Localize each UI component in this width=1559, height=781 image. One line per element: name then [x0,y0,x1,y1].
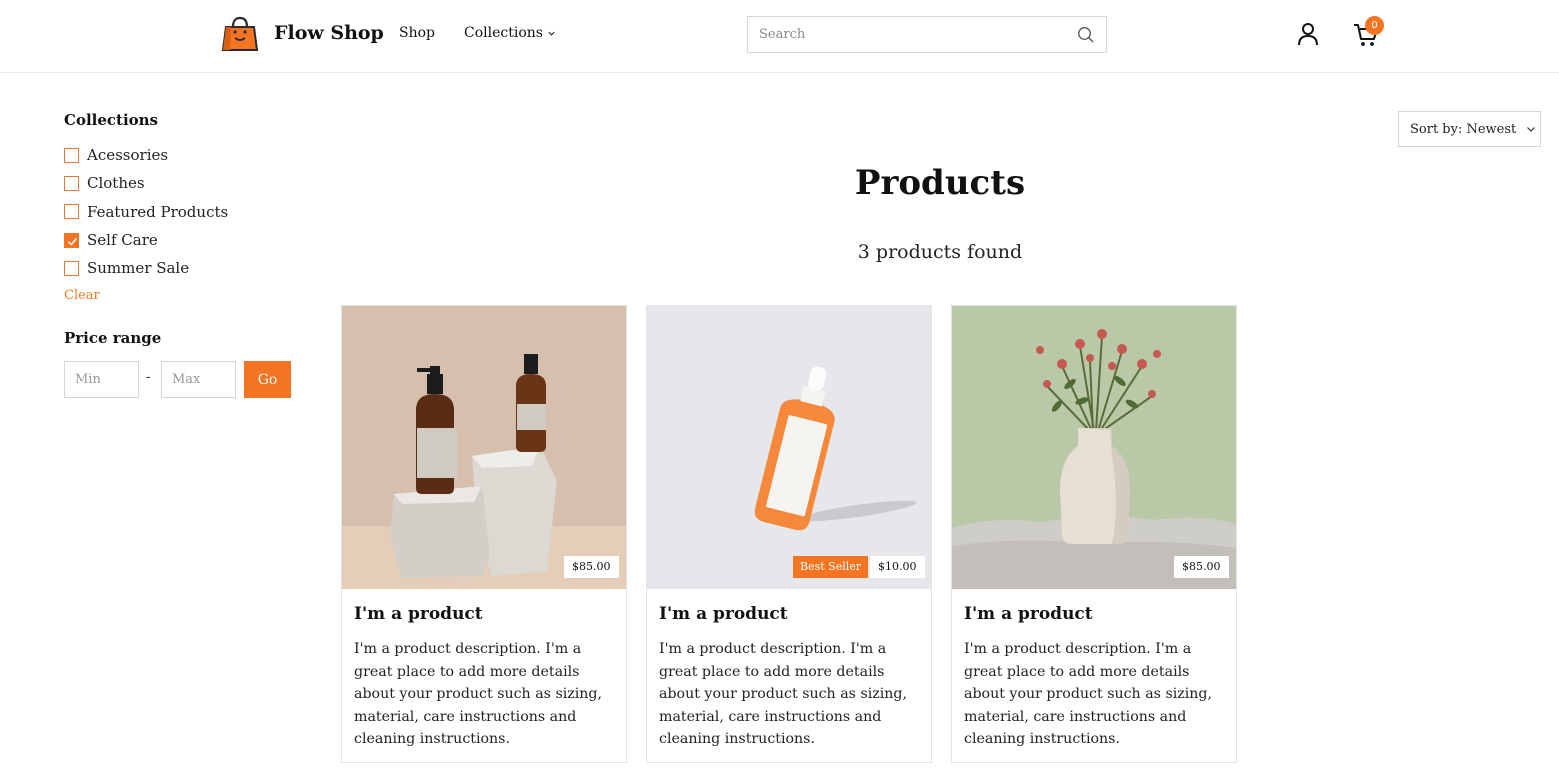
filter-label: Clothes [87,174,145,193]
collections-filter-title: Collections [64,111,158,129]
filter-checkbox[interactable] [64,260,79,276]
price-min-input[interactable] [64,361,139,398]
filter-label: Acessories [87,146,169,165]
products-found-count: 3 products found [857,241,1023,263]
search-icon[interactable] [1077,26,1095,44]
price-go-button[interactable]: Go [244,361,291,398]
page-title: Products [854,163,1026,203]
chevron-down-icon [548,31,555,36]
shopping-bag-logo-icon[interactable] [221,15,259,53]
filter-item-featured-products[interactable]: Featured Products [64,198,304,226]
filter-sidebar: Collections Acessories Clothes Featured … [64,108,304,398]
nav-shop-link[interactable]: Shop [399,25,435,41]
user-icon[interactable] [1297,22,1319,46]
best-seller-badge: Best Seller [793,556,869,578]
price-max-input[interactable] [161,361,236,398]
price-tag: $10.00 [870,556,925,578]
product-card[interactable]: $85.00 I'm a product I'm a product descr… [951,305,1237,763]
product-title[interactable]: I'm a product [659,604,788,624]
product-description: I'm a product description. I'm a great p… [964,641,1213,747]
price-range-row: - Go [64,361,304,398]
product-image[interactable]: $85.00 [952,306,1236,589]
filter-label: Featured Products [87,202,229,221]
product-image[interactable]: Best Seller $10.00 [647,306,931,589]
clear-filters-link[interactable]: Clear [64,288,100,303]
brand-name[interactable]: Flow Shop [274,22,384,44]
product-card[interactable]: $85.00 I'm a product I'm a product descr… [341,305,627,763]
flower-vase-image [952,306,1236,589]
price-tag: $85.00 [564,556,619,578]
amber-bottles-image [342,306,626,589]
product-description: I'm a product description. I'm a great p… [354,641,603,747]
filter-item-acessories[interactable]: Acessories [64,141,304,169]
site-header: Flow Shop Shop Collections 0 [0,0,1559,73]
cart-count-badge: 0 [1365,16,1384,35]
collections-filter-list: Acessories Clothes Featured Products Sel… [64,141,304,282]
serum-dropper-bottle-image [647,306,931,589]
price-range-title: Price range [64,329,162,347]
chevron-down-icon [1527,127,1536,132]
search-bar [747,16,1107,53]
search-input[interactable] [748,17,1068,52]
filter-item-clothes[interactable]: Clothes [64,169,304,197]
product-title[interactable]: I'm a product [964,604,1093,624]
filter-checkbox[interactable] [64,204,79,220]
product-image[interactable]: $85.00 [342,306,626,589]
filter-item-self-care[interactable]: Self Care [64,226,304,254]
price-tag: $85.00 [1174,556,1229,578]
filter-checkbox-checked[interactable] [64,232,79,248]
sort-label: Sort by: Newest [1410,121,1517,137]
filter-label: Summer Sale [87,259,190,278]
product-card[interactable]: Best Seller $10.00 I'm a product I'm a p… [646,305,932,763]
filter-label: Self Care [87,231,158,250]
filter-item-summer-sale[interactable]: Summer Sale [64,254,304,282]
filter-checkbox[interactable] [64,175,79,191]
price-range-dash: - [146,369,151,385]
nav-collections-label: Collections [464,25,543,41]
checkmark-icon [67,237,78,246]
product-description: I'm a product description. I'm a great p… [659,641,908,747]
nav-collections-dropdown[interactable]: Collections [464,25,556,41]
filter-checkbox[interactable] [64,147,79,163]
product-title[interactable]: I'm a product [354,604,483,624]
sort-dropdown[interactable]: Sort by: Newest [1398,111,1541,147]
